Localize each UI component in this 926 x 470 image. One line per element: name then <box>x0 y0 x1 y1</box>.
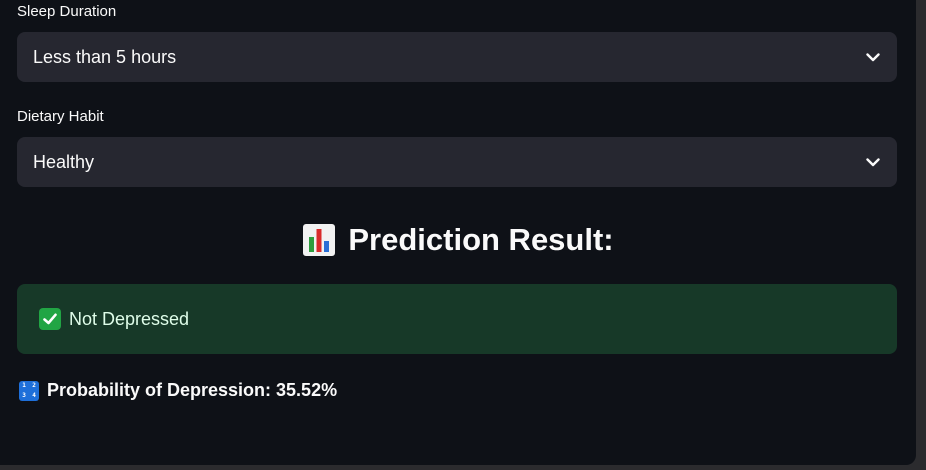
dietary-habit-select[interactable]: Healthy <box>17 137 897 187</box>
check-mark-icon <box>39 308 61 330</box>
main-container: Sleep Duration Less than 5 hours Dietary… <box>0 0 916 465</box>
chevron-down-icon <box>865 49 881 65</box>
prediction-result-heading: Prediction Result: <box>0 222 916 258</box>
sleep-duration-select[interactable]: Less than 5 hours <box>17 32 897 82</box>
prediction-result-title: Prediction Result: <box>348 222 614 257</box>
probability-text: Probability of Depression: 35.52% <box>47 380 338 400</box>
probability-line: 1234 Probability of Depression: 35.52% <box>19 380 337 401</box>
result-alert: Not Depressed <box>17 284 897 354</box>
chevron-down-icon <box>865 154 881 170</box>
bar-chart-icon <box>302 223 336 257</box>
result-status-text: Not Depressed <box>69 308 190 329</box>
numbers-icon: 1234 <box>19 380 39 401</box>
dietary-habit-value: Healthy <box>33 151 95 172</box>
sleep-duration-label: Sleep Duration <box>17 3 117 20</box>
dietary-habit-label: Dietary Habit <box>17 108 104 125</box>
sleep-duration-value: Less than 5 hours <box>33 46 177 67</box>
